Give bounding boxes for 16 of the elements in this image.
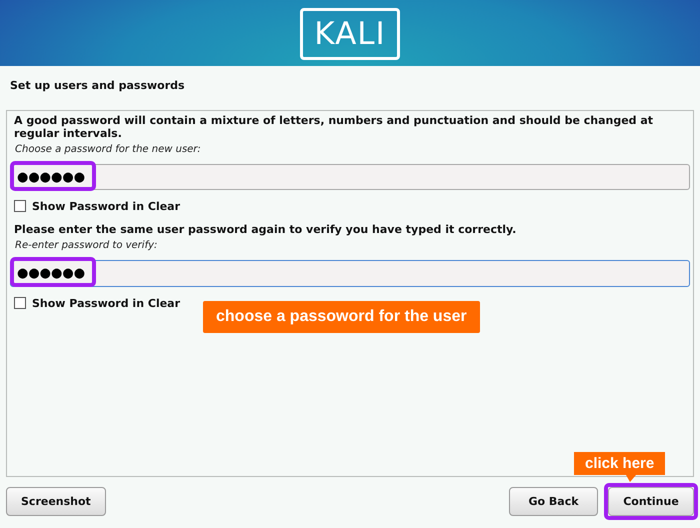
checkbox[interactable] xyxy=(14,200,26,212)
page-title: Set up users and passwords xyxy=(9,78,186,94)
prompt-text: Please enter the same user password again to verify you have typed it correctly. xyxy=(13,222,518,236)
callout-label: choose a passoword for the user xyxy=(203,301,480,333)
checkbox[interactable] xyxy=(14,297,26,309)
callout-pointer xyxy=(626,475,636,482)
password-field[interactable]: ●●●●●● xyxy=(10,260,690,287)
dialog-button[interactable]: Screenshot xyxy=(6,487,106,516)
field-label: Choose a password for the new user: xyxy=(14,143,202,157)
dialog-button[interactable]: Continue xyxy=(608,487,694,516)
logo: KALI xyxy=(300,8,400,60)
intro-text: A good password will contain a mixture of letters, numbers and punctuation and should be changed at regular intervals. xyxy=(13,114,654,140)
checkbox-label[interactable]: Show Password in Clear xyxy=(32,296,180,310)
field-label: Re-enter password to verify: xyxy=(14,239,158,253)
checkbox-label[interactable]: Show Password in Clear xyxy=(32,200,180,212)
dialog-button[interactable]: Go Back xyxy=(509,487,598,516)
